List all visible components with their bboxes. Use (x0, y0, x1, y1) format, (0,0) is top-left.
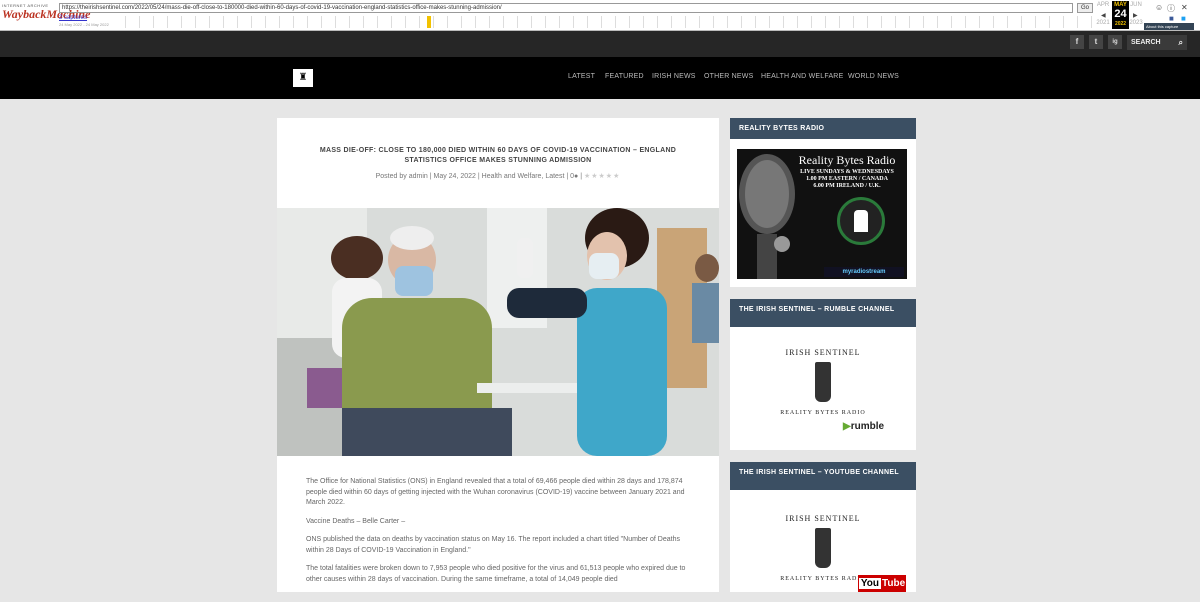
search-icon[interactable]: ⌕ (1179, 35, 1183, 50)
site-topbar (0, 31, 1200, 57)
radio-schedule: LIVE SUNDAYS & WEDNESDAYS 1.00 PM EASTER… (787, 169, 907, 190)
article-paragraph: ONS published the data on deaths by vacc… (306, 536, 680, 554)
meta-date: May 24, 2022 (433, 173, 476, 180)
prev-year-label: 2021 (1096, 20, 1110, 26)
rumble-label: rumble (850, 421, 885, 432)
wayback-toolbar: INTERNET ARCHIVE WaybackMachine https://… (0, 0, 1200, 31)
about-capture-link[interactable]: About this capture (1144, 23, 1194, 30)
article-meta: Posted by admin | May 24, 2022 | Health … (375, 173, 621, 180)
info-icon[interactable]: ⓘ (1167, 3, 1175, 14)
vaccination-photo (277, 208, 719, 456)
article-body: The Office for National Statistics (ONS)… (306, 477, 688, 593)
seal-bottom-text: REALITY BYTES RADIO (780, 410, 866, 416)
nav-item-health-and-welfare[interactable]: HEALTH AND WELFARE (761, 73, 843, 80)
capture-sparkline[interactable] (125, 16, 1100, 28)
twitter-share-icon[interactable]: ■ (1181, 14, 1186, 23)
youtube-tube-label: Tube (882, 578, 906, 589)
nav-item-other-news[interactable]: OTHER NEWS (704, 73, 753, 80)
login-icon[interactable]: ☺ (1155, 3, 1163, 12)
youtube-logo[interactable]: You Tube (858, 575, 906, 592)
close-icon[interactable]: ✕ (1181, 3, 1188, 12)
wayback-machine-label: WaybackMachine (2, 7, 91, 21)
comment-icon: ● (574, 173, 579, 180)
tower-icon (815, 362, 831, 402)
seal-top-text: IRISH SENTINEL (785, 348, 861, 357)
seal-bottom-text: REALITY BYTES RADIO (780, 576, 866, 582)
site-logo[interactable]: ♜ (293, 69, 313, 87)
facebook-icon[interactable]: f (1070, 35, 1084, 49)
rumble-play-icon: ▶ (843, 421, 851, 432)
seal-ring: IRISH SENTINEL REALITY BYTES RADIO (777, 510, 869, 602)
widget-heading: THE IRISH SENTINEL – RUMBLE CHANNEL (730, 299, 916, 327)
myradiostream-logo[interactable]: myradiostream (824, 267, 904, 277)
rating-stars-icon: ★★★★★ (583, 173, 621, 180)
article-featured-image (277, 208, 719, 456)
nav-item-irish-news[interactable]: IRISH NEWS (652, 73, 696, 80)
nav-item-world-news[interactable]: WORLD NEWS (848, 73, 899, 80)
nav-item-latest[interactable]: LATEST (568, 73, 595, 80)
article-paragraph: The total fatalities were broken down to… (306, 565, 686, 583)
wayback-url-input[interactable]: https://theirishsentinel.com/2022/05/24/… (59, 3, 1073, 13)
article-title: MASS DIE-OFF: CLOSE TO 180,000 DIED WITH… (319, 147, 677, 164)
meta-author[interactable]: Posted by admin (376, 173, 428, 180)
nav-item-featured[interactable]: FEATURED (605, 73, 644, 80)
widget-heading: REALITY BYTES RADIO (730, 118, 916, 139)
widget-heading: THE IRISH SENTINEL – YOUTUBE CHANNEL (730, 462, 916, 490)
sidebar-widget-rumble: THE IRISH SENTINEL – RUMBLE CHANNEL IRIS… (730, 299, 916, 450)
radio-title: Reality Bytes Radio (798, 153, 896, 167)
irish-sentinel-seal[interactable]: IRISH SENTINEL REALITY BYTES RADIO (730, 344, 916, 436)
wayback-go-button[interactable]: Go (1077, 3, 1093, 13)
prev-month-link[interactable]: APR (1094, 2, 1112, 9)
next-month-link[interactable]: JUN (1127, 2, 1145, 9)
next-year-label: 2023 (1129, 20, 1143, 26)
facebook-share-icon[interactable]: ■ (1169, 14, 1174, 23)
sidebar-widget-youtube: THE IRISH SENTINEL – YOUTUBE CHANNEL IRI… (730, 462, 916, 592)
capture-range: 24 May 2022 - 24 May 2022 (59, 22, 109, 27)
youtube-you-label: You (858, 578, 881, 589)
radio-schedule-line: 1.00 PM EASTERN / CANADA (806, 176, 888, 182)
article-paragraph: Vaccine Deaths – Belle Carter – (306, 517, 406, 525)
main-nav (0, 57, 1200, 99)
instagram-icon[interactable]: ig (1108, 35, 1122, 49)
irish-sentinel-badge-icon (837, 197, 885, 245)
meta-categories[interactable]: Health and Welfare, Latest (482, 173, 565, 180)
wayback-tools: ☺ ⓘ ✕ ■ ■ (1153, 3, 1193, 25)
capture-highlight (427, 16, 431, 28)
radio-schedule-line: 6.00 PM IRELAND / U.K. (813, 183, 881, 189)
article-paragraph: The Office for National Statistics (ONS)… (306, 478, 685, 506)
site-search[interactable]: SEARCH ⌕ (1127, 35, 1187, 50)
rumble-logo[interactable]: ▶rumble (843, 421, 884, 432)
twitter-icon[interactable]: t (1089, 35, 1103, 49)
sidebar-widget-radio: REALITY BYTES RADIO Reality Bytes Radio … (730, 118, 916, 287)
next-arrow-icon[interactable]: ▶ (1133, 12, 1138, 19)
radio-schedule-line: LIVE SUNDAYS & WEDNESDAYS (800, 169, 894, 175)
seal-top-text: IRISH SENTINEL (785, 514, 861, 523)
current-day: 24 (1114, 8, 1127, 20)
article: MASS DIE-OFF: CLOSE TO 180,000 DIED WITH… (277, 118, 719, 592)
wayback-logo[interactable]: INTERNET ARCHIVE WaybackMachine (2, 3, 91, 25)
captures-link[interactable]: 2 captures (59, 15, 87, 21)
search-label: SEARCH (1131, 39, 1161, 46)
prev-arrow-icon[interactable]: ◀ (1101, 12, 1106, 19)
tower-icon (815, 528, 831, 568)
radio-banner[interactable]: Reality Bytes Radio LIVE SUNDAYS & WEDNE… (737, 149, 907, 279)
